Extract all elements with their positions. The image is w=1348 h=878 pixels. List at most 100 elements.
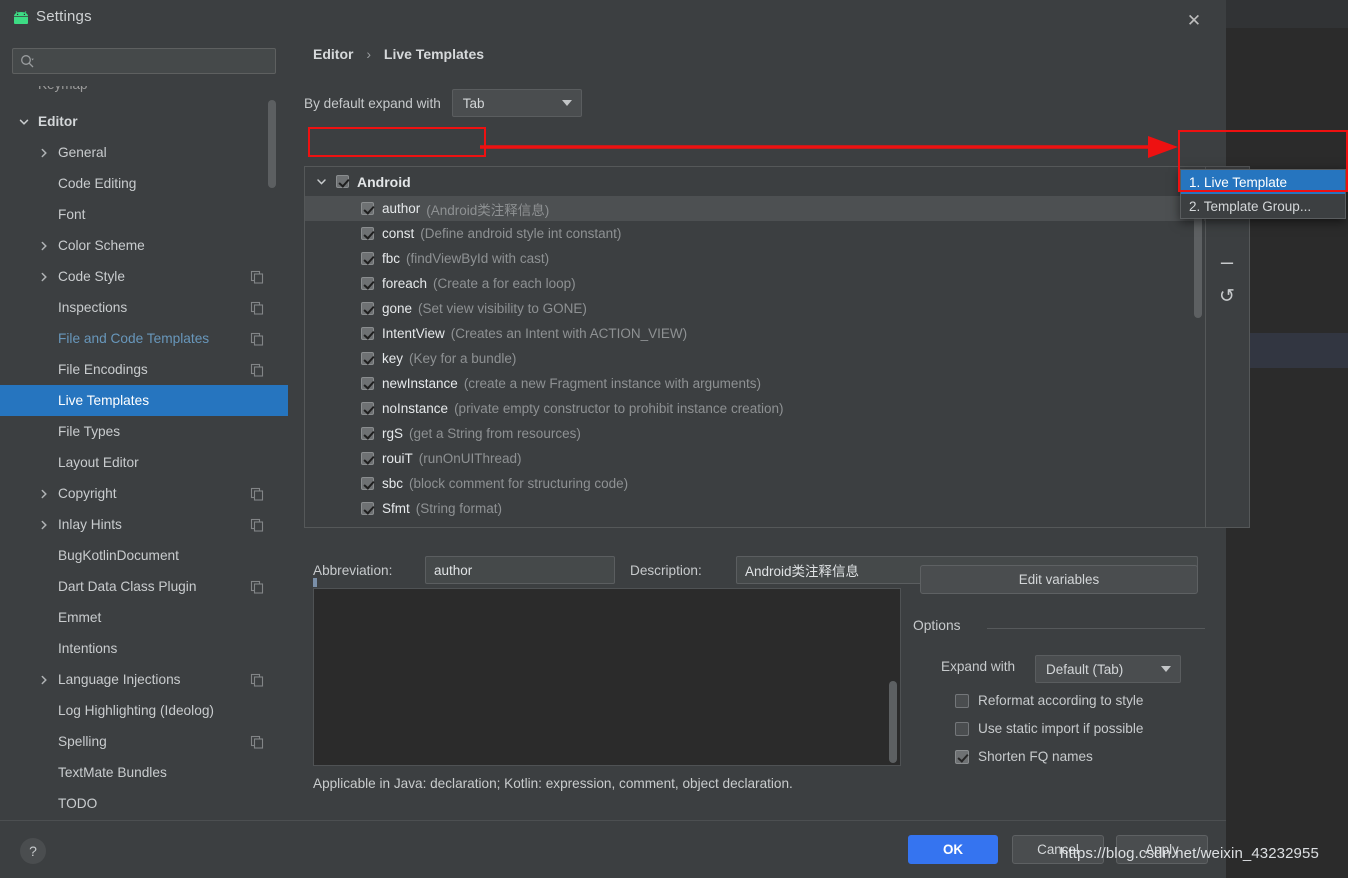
template-row[interactable]: Sfmt(String format): [305, 496, 1205, 521]
option-row[interactable]: Reformat according to style: [955, 693, 1143, 708]
sidebar-item-font[interactable]: Font: [0, 199, 288, 230]
template-row[interactable]: author(Android类注释信息): [305, 196, 1205, 221]
template-enabled-checkbox[interactable]: [361, 277, 374, 290]
sidebar-item-emmet[interactable]: Emmet: [0, 602, 288, 633]
sidebar-item-general[interactable]: General: [0, 137, 288, 168]
template-group-row[interactable]: Android: [305, 167, 1205, 196]
sidebar-scrollbar-track[interactable]: [274, 100, 282, 660]
copy-settings-icon[interactable]: [250, 735, 264, 749]
template-enabled-checkbox[interactable]: [361, 477, 374, 490]
chevron-right-icon[interactable]: [38, 147, 50, 159]
copy-settings-icon[interactable]: [250, 301, 264, 315]
help-button[interactable]: ?: [20, 838, 46, 864]
sidebar-item-file-types[interactable]: File Types: [0, 416, 288, 447]
list-scrollbar-track[interactable]: [1194, 168, 1204, 526]
template-enabled-checkbox[interactable]: [361, 202, 374, 215]
sidebar-item-bugkotlindocument[interactable]: BugKotlinDocument: [0, 540, 288, 571]
option-row[interactable]: Use static import if possible: [955, 721, 1143, 736]
template-enabled-checkbox[interactable]: [361, 452, 374, 465]
sidebar-item-textmate-bundles[interactable]: TextMate Bundles: [0, 757, 288, 788]
sidebar-item-spelling[interactable]: Spelling: [0, 726, 288, 757]
copy-settings-icon[interactable]: [250, 363, 264, 377]
copy-settings-icon[interactable]: [250, 580, 264, 594]
sidebar-item-log-highlighting-ideolog[interactable]: Log Highlighting (Ideolog): [0, 695, 288, 726]
template-row[interactable]: gone(Set view visibility to GONE): [305, 296, 1205, 321]
sidebar-item-code-style[interactable]: Code Style: [0, 261, 288, 292]
sidebar-item-inspections[interactable]: Inspections: [0, 292, 288, 323]
template-enabled-checkbox[interactable]: [361, 352, 374, 365]
search-box[interactable]: [12, 48, 276, 74]
sidebar-item-dart-data-class-plugin[interactable]: Dart Data Class Plugin: [0, 571, 288, 602]
sidebar-item-code-editing[interactable]: Code Editing: [0, 168, 288, 199]
popup-menu-item[interactable]: 1. Live Template: [1181, 170, 1345, 194]
option-row[interactable]: Shorten FQ names: [955, 749, 1093, 764]
sidebar-scrollbar-thumb[interactable]: [268, 100, 276, 188]
ide-toolbar-strip: [1226, 0, 1348, 28]
template-text-scrollbar-thumb[interactable]: [889, 681, 897, 763]
sidebar-item-layout-editor[interactable]: Layout Editor: [0, 447, 288, 478]
sidebar-item-editor[interactable]: Editor: [0, 106, 288, 137]
template-row[interactable]: newInstance(create a new Fragment instan…: [305, 371, 1205, 396]
template-row[interactable]: sbc(block comment for structuring code): [305, 471, 1205, 496]
option-checkbox[interactable]: [955, 722, 969, 736]
template-row[interactable]: const(Define android style int constant): [305, 221, 1205, 246]
sidebar-item-file-and-code-templates[interactable]: File and Code Templates: [0, 323, 288, 354]
template-row[interactable]: fbc(findViewById with cast): [305, 246, 1205, 271]
template-enabled-checkbox[interactable]: [361, 402, 374, 415]
template-enabled-checkbox[interactable]: [361, 252, 374, 265]
chevron-right-icon[interactable]: [38, 674, 50, 686]
copy-settings-icon[interactable]: [250, 673, 264, 687]
default-expand-select[interactable]: Tab: [452, 89, 582, 117]
template-row[interactable]: noInstance(private empty constructor to …: [305, 396, 1205, 421]
template-row[interactable]: IntentView(Creates an Intent with ACTION…: [305, 321, 1205, 346]
chevron-right-icon[interactable]: [38, 271, 50, 283]
template-enabled-checkbox[interactable]: [361, 502, 374, 515]
option-checkbox[interactable]: [955, 750, 969, 764]
chevron-right-icon[interactable]: [38, 240, 50, 252]
option-checkbox[interactable]: [955, 694, 969, 708]
sidebar-item-live-templates[interactable]: Live Templates: [0, 385, 288, 416]
live-templates-list[interactable]: Android author(Android类注释信息)const(Define…: [304, 166, 1206, 528]
close-icon[interactable]: ✕: [1182, 8, 1206, 32]
search-input[interactable]: [43, 49, 269, 73]
sidebar-item-copyright[interactable]: Copyright: [0, 478, 288, 509]
copy-settings-icon[interactable]: [250, 518, 264, 532]
template-row[interactable]: foreach(Create a for each loop): [305, 271, 1205, 296]
copy-settings-icon[interactable]: [250, 270, 264, 284]
chevron-right-icon[interactable]: [38, 488, 50, 500]
sidebar-item-file-encodings[interactable]: File Encodings: [0, 354, 288, 385]
sidebar-item-label: Intentions: [58, 641, 288, 656]
sidebar-item-inlay-hints[interactable]: Inlay Hints: [0, 509, 288, 540]
chevron-right-icon[interactable]: [38, 519, 50, 531]
template-enabled-checkbox[interactable]: [361, 227, 374, 240]
chevron-down-icon[interactable]: [18, 116, 30, 128]
template-row[interactable]: rgS(get a String from resources): [305, 421, 1205, 446]
copy-settings-icon[interactable]: [250, 332, 264, 346]
sidebar-item-intentions[interactable]: Intentions: [0, 633, 288, 664]
breadcrumb-separator-icon: ›: [366, 46, 371, 62]
template-enabled-checkbox[interactable]: [361, 327, 374, 340]
breadcrumb-parent[interactable]: Editor: [313, 46, 353, 62]
add-template-popup-menu[interactable]: 1. Live Template2. Template Group...: [1180, 169, 1346, 219]
expand-with-select[interactable]: Default (Tab): [1035, 655, 1181, 683]
template-enabled-checkbox[interactable]: [361, 427, 374, 440]
template-row[interactable]: rouiT(runOnUIThread): [305, 446, 1205, 471]
template-group-checkbox[interactable]: [336, 175, 349, 188]
sidebar-item-todo[interactable]: TODO: [0, 788, 288, 819]
template-text-caret: [313, 578, 317, 587]
revert-button[interactable]: ↺: [1206, 279, 1248, 313]
copy-settings-icon[interactable]: [250, 487, 264, 501]
sidebar-item-language-injections[interactable]: Language Injections: [0, 664, 288, 695]
template-enabled-checkbox[interactable]: [361, 302, 374, 315]
ok-button[interactable]: OK: [908, 835, 998, 864]
popup-menu-item[interactable]: 2. Template Group...: [1181, 194, 1345, 218]
sidebar-item-color-scheme[interactable]: Color Scheme: [0, 230, 288, 261]
template-enabled-checkbox[interactable]: [361, 377, 374, 390]
template-row[interactable]: key(Key for a bundle): [305, 346, 1205, 371]
remove-button[interactable]: –: [1206, 245, 1248, 279]
template-text-editor[interactable]: [313, 588, 901, 766]
chevron-down-icon[interactable]: [315, 175, 328, 188]
abbreviation-input[interactable]: [425, 556, 615, 584]
edit-variables-button[interactable]: Edit variables: [920, 565, 1198, 594]
sidebar-item-label: File Encodings: [58, 362, 250, 377]
